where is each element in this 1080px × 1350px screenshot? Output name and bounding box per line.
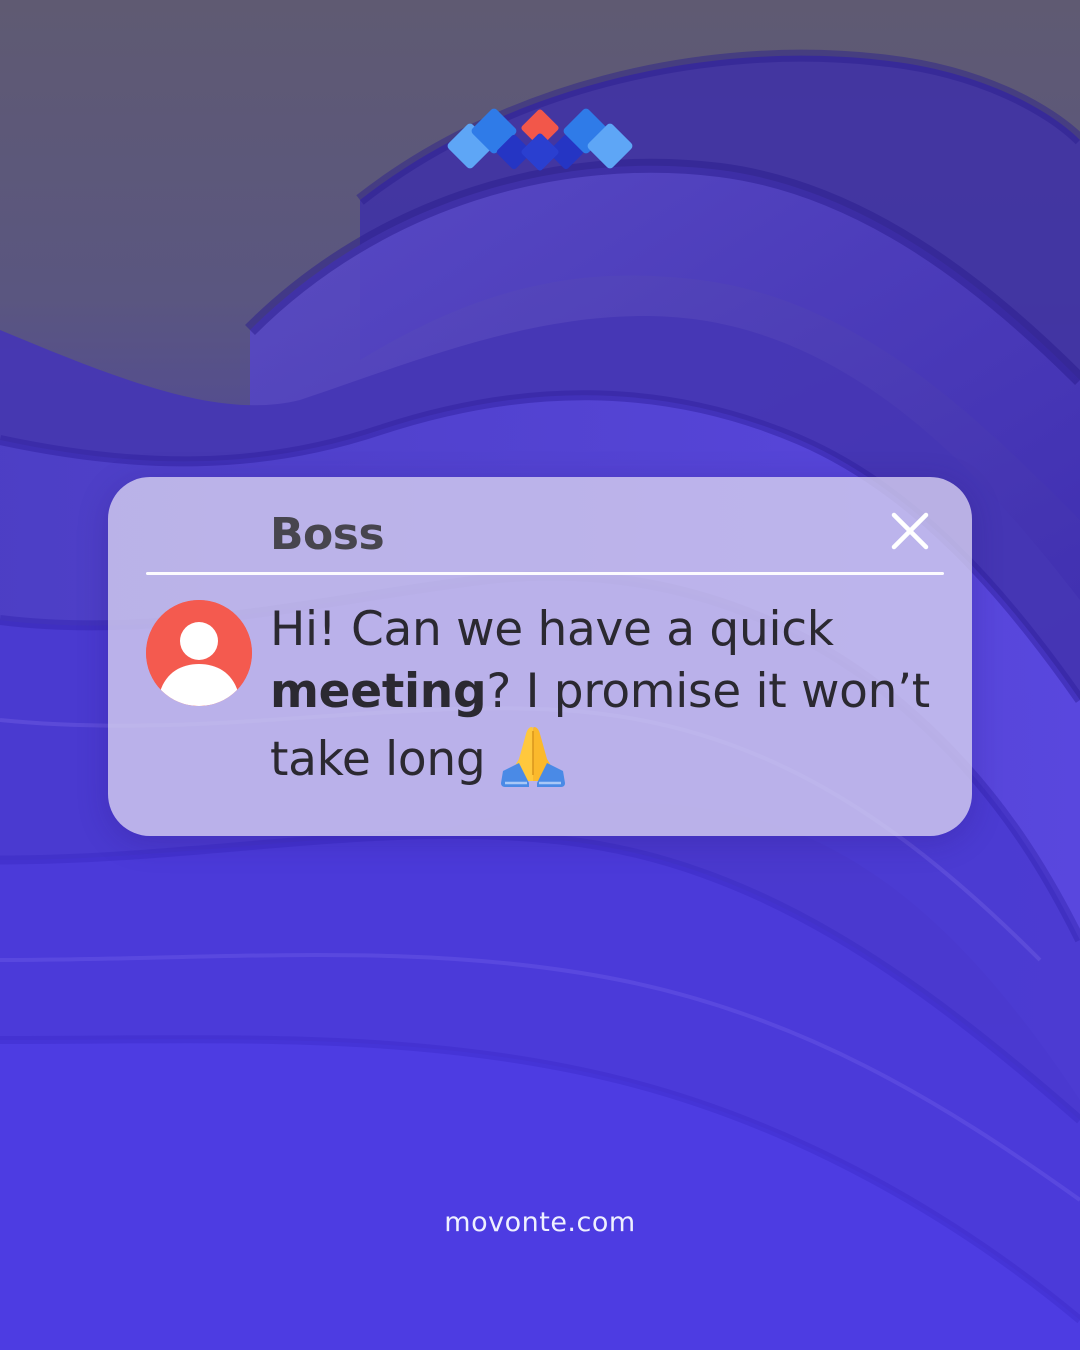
notification-card[interactable]: Boss Hi! Can we have a quick meeting? I … [108,477,972,836]
message-bold-word: meeting [270,664,487,719]
header-divider [146,572,944,575]
message-text-start: Hi! Can we have a quick [270,602,834,657]
folded-hands-icon [501,727,566,787]
sender-name: Boss [270,509,385,560]
user-avatar-icon [146,600,252,706]
post-canvas: Boss Hi! Can we have a quick meeting? I … [0,0,1080,1350]
notification-message: Hi! Can we have a quick meeting? I promi… [270,599,950,791]
movonte-logo-icon [447,108,633,171]
website-url[interactable]: movonte.com [0,1203,1080,1243]
close-icon[interactable] [886,507,934,555]
